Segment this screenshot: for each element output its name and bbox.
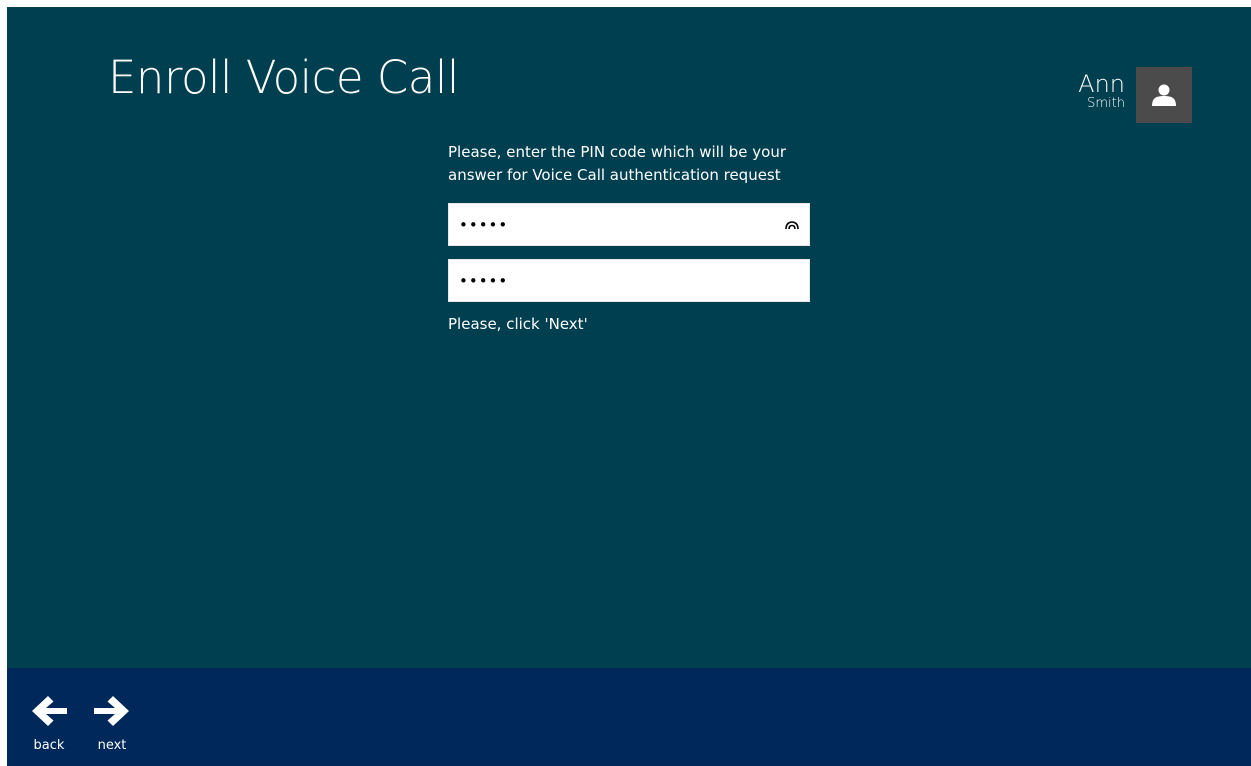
arrow-right-icon — [90, 689, 134, 733]
person-icon — [1152, 84, 1176, 106]
pin-input[interactable] — [449, 204, 809, 245]
pin-form: Please, enter the PIN code which will be… — [448, 141, 811, 336]
status-text: Please, click 'Next' — [448, 315, 588, 333]
page-title: Enroll Voice Call — [108, 51, 459, 104]
pin-field — [448, 203, 810, 246]
next-label: next — [97, 738, 127, 753]
app-bar: back next — [7, 668, 1251, 766]
user-last-name: Smith — [1087, 96, 1125, 111]
back-label: back — [33, 738, 65, 753]
arrow-left-icon — [27, 689, 71, 733]
eye-icon[interactable] — [784, 218, 800, 232]
pin-confirm-input[interactable] — [449, 260, 809, 301]
next-button[interactable]: next — [86, 689, 138, 754]
avatar — [1136, 67, 1192, 123]
back-button[interactable]: back — [23, 689, 75, 754]
user-first-name: Ann — [1078, 70, 1125, 98]
instruction-text: Please, enter the PIN code which will be… — [448, 143, 787, 184]
user-tile: Ann Smith — [1078, 67, 1192, 123]
pin-confirm-field — [448, 259, 810, 302]
enrollment-page: Enroll Voice Call Ann Smith Please, ente… — [7, 7, 1251, 766]
user-name: Ann Smith — [1078, 67, 1125, 111]
